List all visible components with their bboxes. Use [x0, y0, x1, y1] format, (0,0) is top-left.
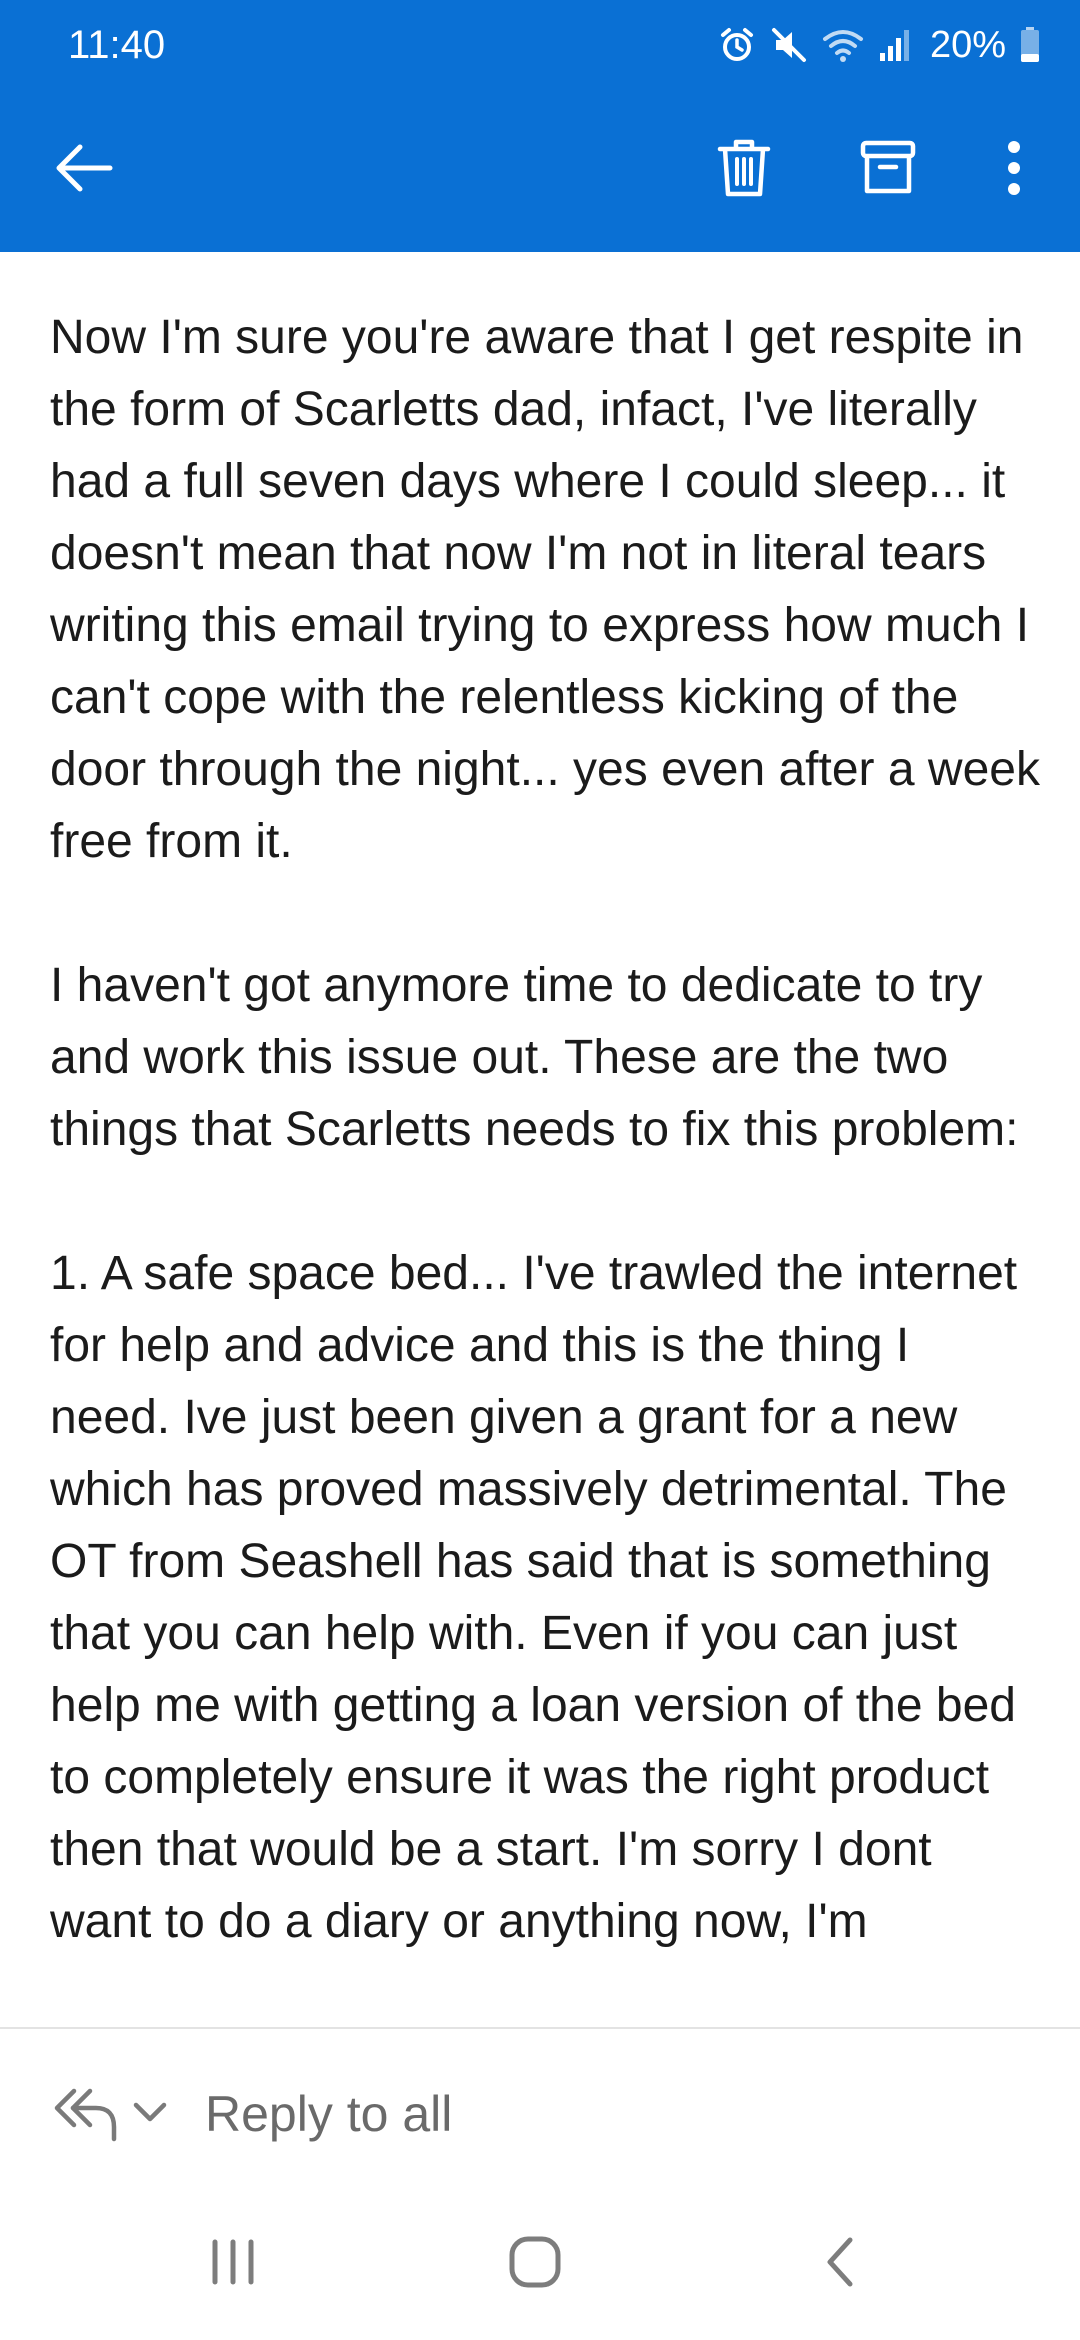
- back-arrow-icon: [54, 143, 114, 198]
- archive-icon: [859, 138, 917, 203]
- back-button[interactable]: [36, 122, 132, 218]
- more-options-button[interactable]: [966, 122, 1062, 218]
- recents-button[interactable]: [188, 2229, 278, 2299]
- home-icon: [507, 2234, 563, 2295]
- archive-button[interactable]: [840, 122, 936, 218]
- status-bar: 11:40 20%: [0, 0, 1080, 90]
- delete-button[interactable]: [696, 122, 792, 218]
- status-time: 11:40: [68, 23, 166, 67]
- home-button[interactable]: [490, 2229, 580, 2299]
- chevron-down-icon[interactable]: [130, 2089, 170, 2137]
- header: 11:40 20%: [0, 0, 1080, 252]
- email-paragraph-3: 1. A safe space bed... I've trawled the …: [50, 1247, 1018, 1948]
- trash-icon: [716, 137, 772, 204]
- wifi-icon: [822, 27, 864, 63]
- email-paragraph-1: Now I'm sure you're aware that I get res…: [50, 311, 1040, 868]
- mute-icon: [770, 26, 808, 64]
- reply-to-all-button[interactable]: Reply to all: [205, 2081, 452, 2147]
- app-bar: [0, 90, 1080, 252]
- email-paragraph-2: I haven't got anymore time to dedicate t…: [50, 959, 1019, 1156]
- reply-bar[interactable]: Reply to all: [0, 2029, 1080, 2199]
- email-read-screen: 11:40 20% Now I'm sure you're aware that…: [0, 0, 1080, 2340]
- email-body: Now I'm sure you're aware that I get res…: [50, 302, 1040, 2022]
- battery-icon: [1020, 27, 1040, 63]
- back-icon: [820, 2234, 860, 2295]
- signal-icon: [878, 27, 912, 63]
- battery-percent: 20%: [929, 24, 1006, 66]
- status-icons: 20%: [718, 18, 1040, 72]
- system-navigation-bar: [0, 2199, 1080, 2340]
- recents-icon: [207, 2237, 259, 2292]
- alarm-icon: [718, 26, 756, 64]
- more-vertical-icon: [1004, 140, 1024, 201]
- reply-all-icon[interactable]: [52, 2083, 118, 2145]
- system-back-button[interactable]: [795, 2229, 885, 2299]
